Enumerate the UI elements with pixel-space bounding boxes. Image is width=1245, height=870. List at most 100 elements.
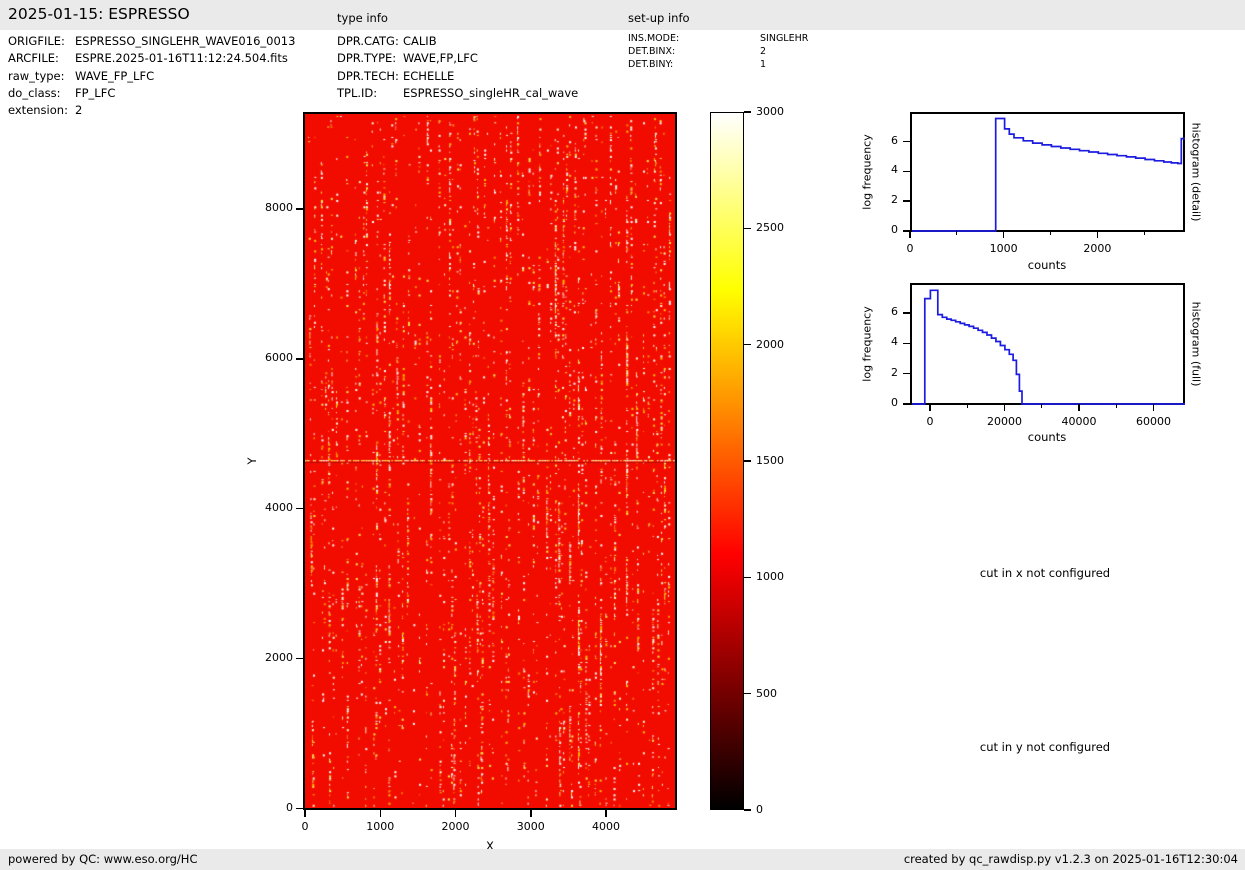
- info-value: CALIB: [403, 34, 437, 48]
- x-tick-label: 3000: [516, 820, 545, 833]
- info-row: DPR.TYPE: WAVE,FP,LFC: [337, 51, 478, 65]
- hist-x-minor-tick-mark: [1049, 231, 1052, 235]
- info-label: ORIGFILE:: [8, 34, 65, 48]
- x-tick-mark: [605, 810, 607, 817]
- hist-y-tick-mark: [903, 200, 910, 202]
- hist-y-tick-label: 0: [891, 396, 898, 409]
- hist-x-tick-mark: [1078, 404, 1080, 411]
- histogram-detail-x-label: counts: [1027, 258, 1067, 272]
- y-tick-mark: [296, 807, 304, 810]
- info-label: DPR.CATG:: [337, 34, 399, 48]
- hist-y-tick-label: 6: [891, 133, 898, 147]
- hist-x-minor-tick-mark: [956, 231, 958, 235]
- info-value: ESPRESSO_SINGLEHR_WAVE016_0013: [75, 34, 296, 48]
- histogram-detail-right-label: histogram (detail): [1189, 122, 1203, 222]
- hist-x-tick-mark: [1003, 404, 1006, 411]
- footer-powered-by: powered by QC: www.eso.org/HC: [8, 852, 198, 866]
- x-tick-mark: [379, 810, 381, 817]
- colorbar-tick-label: 2500: [756, 221, 784, 235]
- colorbar-tick-mark: [744, 460, 751, 462]
- info-label: ARCFILE:: [8, 51, 59, 66]
- hist-y-tick-label: 2: [891, 365, 898, 379]
- y-tick-label: 0: [286, 800, 293, 814]
- info-value: FP_LFC: [75, 85, 116, 100]
- hist-y-tick-mark: [903, 170, 910, 173]
- info-value: 2: [760, 46, 767, 57]
- hist-x-minor-tick-mark: [1041, 404, 1043, 408]
- y-tick-mark: [296, 358, 304, 360]
- hist-x-tick-label: 0: [926, 415, 934, 428]
- info-row: raw_type: WAVE_FP_LFC: [8, 69, 154, 83]
- y-tick-mark: [296, 657, 304, 660]
- colorbar-tick-mark: [744, 227, 751, 230]
- info-label: DPR.TYPE:: [337, 51, 397, 66]
- hist-y-tick-mark: [903, 312, 910, 314]
- colorbar-tick-label: 1000: [756, 570, 784, 584]
- y-tick-label: 2000: [265, 650, 293, 664]
- colorbar-tick-label: 2000: [756, 337, 784, 351]
- setup-row: INS.MODE: SINGLEHR: [628, 33, 808, 44]
- info-value: ECHELLE: [403, 68, 455, 83]
- info-label: raw_type:: [8, 68, 65, 83]
- info-label: TPL.ID:: [337, 85, 378, 100]
- info-value: WAVE_FP_LFC: [75, 68, 155, 83]
- info-row: do_class: FP_LFC: [8, 86, 115, 100]
- histogram-full-x-label: counts: [1027, 430, 1067, 444]
- hist-x-tick-label: 20000: [987, 415, 1022, 428]
- hist-x-minor-tick-mark: [966, 404, 968, 408]
- hist-y-tick-label: 4: [891, 335, 898, 349]
- hist-x-tick-mark: [1002, 231, 1005, 238]
- y-tick-label: 4000: [265, 500, 293, 514]
- header-band: 2025-01-15: ESPRESSO type info set-up in…: [0, 0, 1245, 30]
- x-tick-label: 0: [301, 820, 309, 833]
- histogram-full-plot: [912, 289, 1185, 405]
- info-row: ORIGFILE: ESPRESSO_SINGLEHR_WAVE016_0013: [8, 34, 295, 48]
- y-tick-mark: [296, 507, 304, 510]
- setup-row: DET.BINY: 1: [628, 59, 766, 70]
- info-value: ESPRE.2025-01-16T11:12:24.504.fits: [75, 51, 288, 66]
- info-label: INS.MODE:: [628, 33, 680, 44]
- hist-y-tick-label: 4: [891, 163, 898, 177]
- x-tick-label: 4000: [592, 820, 620, 833]
- info-value: 1: [760, 59, 767, 70]
- info-row: TPL.ID: ESPRESSO_singleHR_cal_wave: [337, 86, 578, 100]
- hist-y-tick-label: 0: [891, 223, 898, 236]
- type-info-header: type info: [337, 11, 388, 25]
- hist-x-tick-label: 60000: [1136, 415, 1171, 428]
- histogram-full-right-label: histogram (full): [1189, 301, 1203, 387]
- colorbar-tick-label: 0: [756, 803, 763, 816]
- cut-y-message: cut in y not configured: [979, 740, 1111, 754]
- hist-y-tick-label: 2: [891, 193, 898, 207]
- page-root: 2025-01-15: ESPRESSO type info set-up in…: [0, 0, 1245, 870]
- hist-x-tick-label: 2000: [1083, 242, 1112, 255]
- hist-x-tick-mark: [1096, 231, 1099, 238]
- hist-y-tick-mark: [903, 140, 910, 143]
- footer-created-by: created by qc_rawdisp.py v1.2.3 on 2025-…: [903, 852, 1238, 866]
- histogram-detail-plot: [912, 117, 1185, 232]
- hist-x-tick-label: 40000: [1061, 415, 1097, 428]
- setup-info-header: set-up info: [628, 11, 690, 25]
- x-tick-mark: [454, 810, 457, 817]
- histogram-line: [912, 117, 1185, 232]
- x-tick-mark: [304, 810, 306, 817]
- info-row: extension: 2: [8, 103, 82, 117]
- x-tick-label: 1000: [366, 820, 395, 833]
- footer-band: powered by QC: www.eso.org/HC created by…: [0, 849, 1245, 870]
- hist-y-tick-label: 6: [891, 305, 898, 319]
- histogram-line: [912, 289, 1185, 405]
- y-tick-label: 8000: [265, 200, 293, 214]
- cut-x-message: cut in x not configured: [979, 566, 1111, 580]
- colorbar-tick-mark: [744, 111, 751, 113]
- hist-y-tick-mark: [903, 342, 910, 345]
- info-value: 2: [75, 103, 83, 118]
- info-label: do_class:: [8, 85, 61, 100]
- y-tick-label: 6000: [265, 350, 293, 364]
- hist-x-tick-mark: [929, 404, 931, 411]
- info-label: DET.BINY:: [628, 59, 674, 70]
- colorbar-tick-label: 500: [756, 686, 777, 700]
- hist-y-tick-mark: [903, 403, 910, 405]
- raw-image-canvas: [305, 114, 675, 808]
- page-title: 2025-01-15: ESPRESSO: [8, 5, 190, 23]
- info-row: ARCFILE: ESPRE.2025-01-16T11:12:24.504.fi…: [8, 51, 288, 65]
- setup-row: DET.BINX: 2: [628, 46, 766, 57]
